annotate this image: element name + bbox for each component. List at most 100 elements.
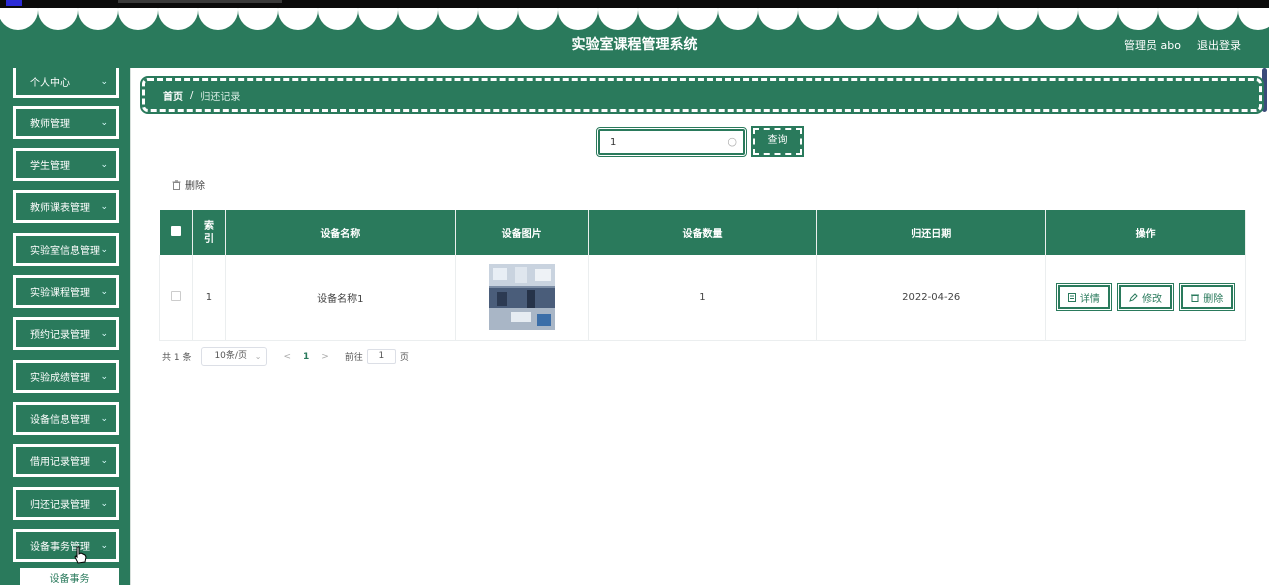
chevron-down-icon: ⌄: [100, 118, 108, 128]
hand-cursor-icon: [74, 546, 87, 564]
column-header-image: 设备图片: [455, 210, 589, 255]
sidebar-item-label: 实验成绩管理: [30, 373, 90, 384]
scallop: [1238, 8, 1269, 30]
scallop: [798, 8, 838, 30]
pagination: 共 1 条 10条/页 ⌄ < 1 > 前往 1 页: [162, 347, 409, 366]
page-number[interactable]: 1: [303, 352, 309, 362]
checkbox[interactable]: [170, 226, 181, 236]
sidebar-item-reservation[interactable]: 预约记录管理 ⌄: [13, 317, 119, 350]
detail-button[interactable]: 详情: [1055, 283, 1112, 312]
scallop: [1198, 8, 1238, 30]
scallop: [758, 8, 798, 30]
sidebar-item-equipment-affairs[interactable]: 设备事务管理 ⌄: [13, 529, 119, 562]
breadcrumb-current: 归还记录: [200, 91, 241, 103]
cell-quantity: 1: [588, 255, 818, 341]
breadcrumb-home[interactable]: 首页: [163, 88, 183, 103]
scallop: [278, 8, 318, 30]
column-header-name: 设备名称: [225, 210, 456, 255]
scallop: [438, 8, 478, 30]
scallop: [0, 8, 38, 30]
scallop: [918, 8, 958, 30]
edit-button[interactable]: 修改: [1117, 283, 1175, 312]
scallop: [718, 8, 758, 30]
document-icon: [1067, 292, 1076, 302]
table-row: 1 设备名称1 1 2022-04-26 详情 修改 删除: [159, 255, 1246, 341]
chevron-down-icon: ⌄: [100, 499, 108, 509]
search-field: ○: [596, 127, 747, 157]
cell-date: 2022-04-26: [816, 255, 1047, 341]
logout-link[interactable]: 退出登录: [1197, 37, 1241, 53]
sidebar-item-label: 预约记录管理: [30, 330, 90, 341]
column-header-actions: 操作: [1045, 210, 1246, 255]
cell-name: 设备名称1: [225, 255, 456, 341]
sidebar-item-label: 设备信息管理: [30, 415, 90, 426]
sidebar-item-lab-course[interactable]: 实验课程管理 ⌄: [13, 275, 119, 308]
scallop: [678, 8, 718, 30]
search-input[interactable]: [610, 132, 730, 152]
cell-index: 1: [192, 255, 226, 341]
sidebar: 个人中心 ⌄ 教师管理 ⌄ 学生管理 ⌄ 教师课表管理 ⌄ 实验室信息管理 ⌄ …: [0, 68, 131, 585]
sidebar-item-student[interactable]: 学生管理 ⌄: [13, 148, 119, 181]
scallop: [878, 8, 918, 30]
row-checkbox[interactable]: [170, 290, 181, 301]
sidebar-item-personal-center[interactable]: 个人中心 ⌄: [13, 68, 119, 98]
page-unit-label: 页: [399, 353, 409, 363]
cell-actions: 详情 修改 删除: [1045, 255, 1246, 341]
prev-page-button[interactable]: <: [283, 352, 291, 362]
sidebar-item-lab-score[interactable]: 实验成绩管理 ⌄: [13, 360, 119, 393]
goto-page-input[interactable]: 1: [366, 349, 396, 364]
chevron-down-icon: ⌄: [100, 414, 108, 424]
chevron-down-icon: ⌄: [100, 160, 108, 170]
chevron-down-icon: ⌄: [100, 202, 108, 212]
sidebar-item-teacher-schedule[interactable]: 教师课表管理 ⌄: [13, 190, 119, 223]
sidebar-item-label: 个人中心: [30, 78, 70, 89]
scallop: [358, 8, 398, 30]
scallop: [518, 8, 558, 30]
sidebar-item-label: 教师课表管理: [30, 203, 90, 214]
sidebar-item-label: 实验课程管理: [30, 288, 90, 299]
table-header-row: 索引 设备名称 设备图片 设备数量 归还日期 操作: [159, 210, 1246, 255]
scallop: [38, 8, 78, 30]
query-button[interactable]: 查询: [751, 126, 804, 157]
sidebar-item-label: 教师管理: [30, 119, 70, 130]
app-icon: [6, 0, 22, 6]
sidebar-item-lab-info[interactable]: 实验室信息管理 ⌄: [13, 233, 119, 266]
sidebar-item-return-record[interactable]: 归还记录管理 ⌄: [13, 487, 119, 520]
delete-button[interactable]: 删除: [1179, 283, 1236, 312]
scallop: [998, 8, 1038, 30]
batch-delete-label: 删除: [185, 181, 205, 192]
sidebar-item-equipment-info[interactable]: 设备信息管理 ⌄: [13, 402, 119, 435]
scallop: [598, 8, 638, 30]
column-header-date: 归还日期: [816, 210, 1047, 255]
scallop: [1038, 8, 1078, 30]
select-all-checkbox[interactable]: [159, 210, 193, 255]
chevron-down-icon: ⌄: [100, 541, 108, 551]
breadcrumb: 首页 / 归还记录: [140, 76, 1264, 114]
sidebar-item-borrow-record[interactable]: 借用记录管理 ⌄: [13, 444, 119, 477]
chevron-down-icon: ⌄: [254, 352, 262, 361]
scallop: [78, 8, 118, 30]
header: 实验室课程管理系统 管理员 abo 退出登录: [0, 8, 1269, 68]
chevron-down-icon: ⌄: [100, 329, 108, 339]
chevron-down-icon: ⌄: [100, 77, 108, 87]
search-icon: ○: [727, 135, 737, 148]
scrollbar-thumb[interactable]: [1262, 68, 1267, 112]
sidebar-item-teacher[interactable]: 教师管理 ⌄: [13, 106, 119, 139]
next-page-button[interactable]: >: [321, 352, 329, 362]
os-top-bar: [0, 0, 1269, 8]
chevron-down-icon: ⌄: [100, 287, 108, 297]
scallop: [838, 8, 878, 30]
trash-icon: [1191, 294, 1200, 302]
chevron-down-icon: ⌄: [100, 456, 108, 466]
sidebar-submenu-equipment-affairs[interactable]: 设备事务: [20, 568, 119, 585]
page-size-select[interactable]: 10条/页 ⌄: [201, 347, 268, 366]
equipment-photo[interactable]: [488, 264, 555, 331]
user-label: 管理员 abo: [1124, 39, 1181, 52]
browser-tab[interactable]: [118, 0, 282, 3]
scallop: [1078, 8, 1118, 30]
scallop: [958, 8, 998, 30]
scallop: [1118, 8, 1158, 30]
scallop: [118, 8, 158, 30]
pencil-icon: [1129, 293, 1138, 302]
batch-delete-button[interactable]: 删除: [172, 177, 205, 192]
